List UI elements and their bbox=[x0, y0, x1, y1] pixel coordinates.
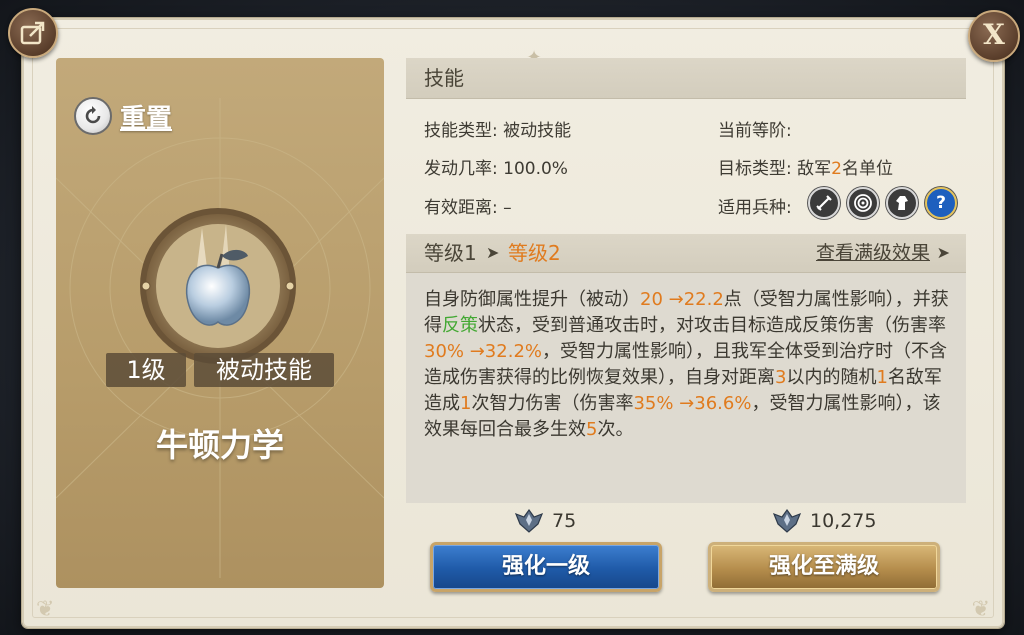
troop-type-label: 适用兵种: bbox=[718, 198, 792, 218]
skill-type-value: 被动技能 bbox=[503, 121, 572, 141]
close-button[interactable]: X bbox=[968, 10, 1020, 62]
reset-arrow-icon bbox=[74, 97, 112, 135]
effective-range-value: – bbox=[503, 198, 512, 218]
upgrade-one-level-button[interactable]: 强化一级 bbox=[430, 542, 662, 592]
current-level-label: 等级1 bbox=[424, 241, 477, 265]
target-count: 2 bbox=[831, 159, 842, 179]
desc-value: 30% →32.2% bbox=[424, 341, 542, 362]
skill-description: 自身防御属性提升（被动）20 →22.2点（受智力属性影响），并获得反策状态，受… bbox=[424, 287, 954, 443]
level-arrow-icon: ➤ bbox=[486, 243, 500, 262]
silver-apple-icon bbox=[140, 208, 296, 364]
corner-ornament-icon: ❦ bbox=[971, 597, 990, 622]
horse-icon[interactable] bbox=[886, 187, 918, 219]
effective-range-row: 有效距离: – bbox=[424, 193, 512, 218]
reset-label: 重置 bbox=[120, 103, 173, 134]
trigger-chance-label: 发动几率: bbox=[424, 159, 498, 179]
share-button[interactable] bbox=[8, 8, 58, 58]
desc-text: 自身防御属性提升（被动） bbox=[424, 289, 640, 310]
skill-type-row: 技能类型: 被动技能 bbox=[424, 116, 571, 141]
skill-card: 重置 1级 被动技能 牛顿力学 bbox=[56, 58, 384, 588]
chevron-right-icon: ➤ bbox=[936, 243, 950, 262]
desc-text: 状态，受到普通攻击时，对攻击目标造成反策伤害（伤害率 bbox=[478, 315, 946, 336]
target-type-row: 目标类型: 敌军2名单位 bbox=[718, 154, 893, 179]
target-icon[interactable] bbox=[847, 187, 879, 219]
troop-icon-list: ? bbox=[808, 187, 957, 219]
level-bar: 等级1 ➤ 等级2 查看满级效果 ➤ bbox=[406, 234, 966, 273]
trigger-chance-value: 100.0% bbox=[503, 159, 568, 179]
desc-value: 1 bbox=[876, 367, 888, 388]
skill-book-crest-icon bbox=[772, 508, 802, 533]
help-icon[interactable]: ? bbox=[925, 187, 957, 219]
upgrade-cost-value: 75 bbox=[552, 510, 577, 532]
view-max-effect-link[interactable]: 查看满级效果 bbox=[816, 234, 930, 272]
max-cost: 10,275 bbox=[772, 508, 876, 534]
desc-text: 以内的随机 bbox=[786, 367, 877, 388]
desc-value: 20 →22.2 bbox=[640, 289, 724, 310]
desc-value: 1 bbox=[460, 393, 472, 414]
upgrade-to-max-button[interactable]: 强化至满级 bbox=[708, 542, 940, 592]
effective-range-label: 有效距离: bbox=[424, 198, 498, 218]
desc-text: 次智力伤害（伤害率 bbox=[471, 393, 634, 414]
desc-value: 35% →36.6% bbox=[633, 393, 752, 414]
reset-button[interactable]: 重置 bbox=[74, 96, 172, 136]
troop-type-row: 适用兵种: bbox=[718, 193, 792, 218]
max-cost-value: 10,275 bbox=[810, 510, 877, 532]
current-rank-label: 当前等阶: bbox=[718, 121, 792, 141]
skill-type-label: 技能类型: bbox=[424, 121, 498, 141]
desc-value: 3 bbox=[775, 367, 787, 388]
skill-name: 牛顿力学 bbox=[155, 426, 284, 464]
desc-text: 次。 bbox=[597, 419, 634, 440]
section-title: 技能 bbox=[406, 58, 966, 99]
target-type-prefix: 敌军 bbox=[797, 159, 832, 179]
current-rank-row: 当前等阶: bbox=[718, 116, 792, 141]
next-level-label: 等级2 bbox=[508, 241, 561, 265]
desc-value: 5 bbox=[586, 419, 598, 440]
skill-type-tag: 被动技能 bbox=[194, 353, 334, 387]
skill-level-tag: 1级 bbox=[106, 353, 186, 387]
target-type-label: 目标类型: bbox=[718, 159, 792, 179]
corner-ornament-icon: ❦ bbox=[36, 597, 55, 622]
trigger-chance-row: 发动几率: 100.0% bbox=[424, 154, 568, 179]
upgrade-cost: 75 bbox=[514, 508, 576, 534]
share-export-icon bbox=[20, 21, 45, 45]
description-panel: 自身防御属性提升（被动）20 →22.2点（受智力属性影响），并获得反策状态，受… bbox=[406, 273, 966, 503]
sword-icon[interactable] bbox=[808, 187, 840, 219]
target-type-suffix: 名单位 bbox=[841, 159, 893, 179]
skill-book-crest-icon bbox=[514, 508, 544, 533]
desc-keyword: 反策 bbox=[442, 315, 478, 336]
